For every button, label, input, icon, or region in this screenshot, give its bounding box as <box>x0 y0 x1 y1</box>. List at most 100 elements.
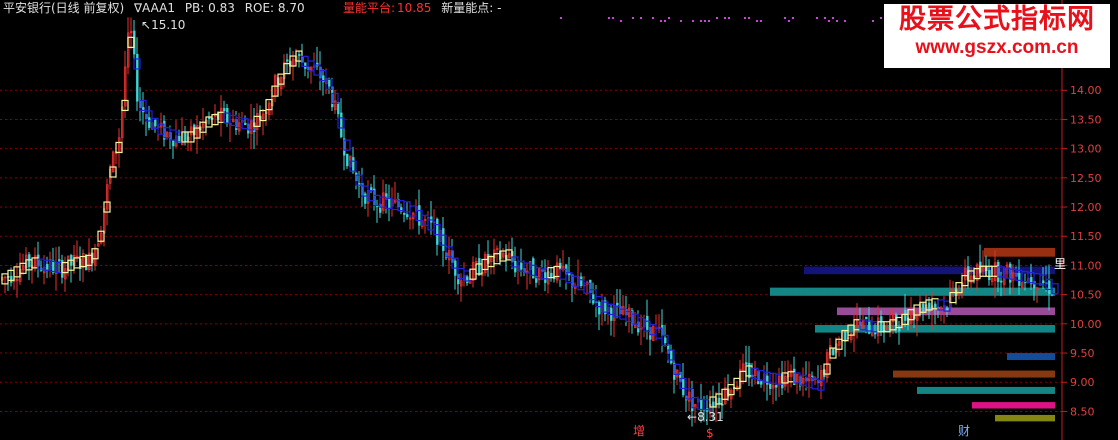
candle-body <box>544 272 547 283</box>
volume-dot <box>652 17 654 19</box>
volume-dot <box>756 20 758 22</box>
volume-dot <box>816 17 818 19</box>
candle-body <box>832 348 835 356</box>
candle-body <box>946 307 949 311</box>
tick-label: 10.50 <box>1070 289 1102 302</box>
candlesticks <box>1 17 1054 427</box>
candle-body <box>286 59 289 62</box>
candle-body <box>352 157 355 173</box>
candle-body <box>226 107 229 123</box>
candle-body <box>550 272 553 278</box>
candle-body <box>1048 280 1051 294</box>
volume-profile-bar <box>917 386 1055 394</box>
candle-body <box>616 302 619 306</box>
candle-body <box>700 398 703 411</box>
marker-add[interactable]: 增 <box>633 425 645 437</box>
volume-profile-bar <box>972 402 1055 409</box>
volume-dot <box>680 20 682 22</box>
candle-body <box>436 218 439 245</box>
axis-right-marker: 里 <box>1054 257 1067 271</box>
volume-dot <box>612 17 614 19</box>
candle-body <box>922 303 925 313</box>
candle-body <box>898 328 901 332</box>
volume-dot <box>744 17 746 19</box>
candle-body <box>406 214 409 218</box>
tick-label: 9.00 <box>1070 376 1095 389</box>
candle-body <box>184 131 187 142</box>
volume-platform-value: 10.85 <box>397 1 432 15</box>
volume-dot <box>608 17 610 19</box>
volume-dot <box>880 17 882 19</box>
candle-body <box>442 228 445 251</box>
candle-body <box>904 309 907 321</box>
volume-dot <box>872 20 874 22</box>
marker-dollar[interactable]: $ <box>706 427 714 439</box>
candle-body <box>403 213 406 215</box>
volume-dot <box>828 20 830 22</box>
volume-dot <box>664 20 666 22</box>
volume-dot <box>760 20 762 22</box>
volume-header: 量能平台: 10.85 新量能点: - <box>343 1 507 15</box>
candle-body <box>208 117 211 119</box>
candle-body <box>769 382 772 389</box>
candle-body <box>880 316 883 332</box>
candle-body <box>1000 280 1003 283</box>
candle-body <box>712 401 715 408</box>
volume-dot <box>824 17 826 19</box>
volume-profile-bar <box>893 370 1055 378</box>
candle-body <box>670 350 673 364</box>
volume-dot <box>716 17 718 19</box>
candle-body <box>760 380 763 385</box>
grid-lines <box>0 89 1062 412</box>
candle-body <box>664 337 667 344</box>
volume-dot <box>832 17 834 19</box>
volume-dot <box>724 17 726 19</box>
candle-body <box>520 262 523 270</box>
candle-body <box>10 275 13 283</box>
candle-body <box>346 153 349 167</box>
candle-body <box>580 276 583 287</box>
tick-label: 8.50 <box>1070 405 1095 418</box>
stock-title[interactable]: 平安银行(日线 前复权) <box>3 1 124 15</box>
candle-body <box>598 301 601 315</box>
new-volume-point: 新量能点: - <box>441 1 502 15</box>
volume-dot <box>748 17 750 19</box>
candle-body <box>1018 273 1021 286</box>
roe-value: ROE: 8.70 <box>244 1 305 15</box>
candle-body <box>745 362 748 365</box>
candle-body <box>223 108 226 112</box>
candle-body <box>844 330 847 342</box>
candle-body <box>364 193 367 204</box>
volume-dot <box>792 17 794 19</box>
low-price-label: ←8.31 <box>687 410 724 424</box>
candle-body <box>154 119 157 127</box>
candle-body <box>592 294 595 304</box>
volume-platform-label: 量能平台: <box>343 1 396 15</box>
candle-body <box>298 54 301 56</box>
volume-dot <box>632 17 634 19</box>
candle-body <box>244 122 247 125</box>
candle-body <box>340 112 343 138</box>
candle-body <box>337 102 340 115</box>
candle-body <box>142 107 145 113</box>
tick-label: 14.00 <box>1070 84 1102 97</box>
tick-label: 13.50 <box>1070 113 1102 126</box>
volume-dot <box>836 20 838 22</box>
volume-dot <box>640 17 642 19</box>
pb-value: PB: 0.83 <box>184 1 235 15</box>
high-price-label: ↖15.10 <box>141 18 186 32</box>
candle-body <box>28 254 31 267</box>
candle-body <box>46 263 49 270</box>
candle-body <box>328 78 331 87</box>
volume-profile-bar <box>995 414 1055 422</box>
step-indicator-line <box>1 36 1059 411</box>
indicator-name[interactable]: ∇AAA1 <box>134 1 175 15</box>
volume-dot <box>660 20 662 22</box>
candle-body <box>388 198 391 209</box>
candle-body <box>646 315 649 330</box>
candle-body <box>370 187 373 191</box>
tick-label: 12.00 <box>1070 201 1102 214</box>
candle-body <box>775 384 778 388</box>
candle-body <box>148 117 151 128</box>
marker-finance[interactable]: 财 <box>958 425 970 437</box>
